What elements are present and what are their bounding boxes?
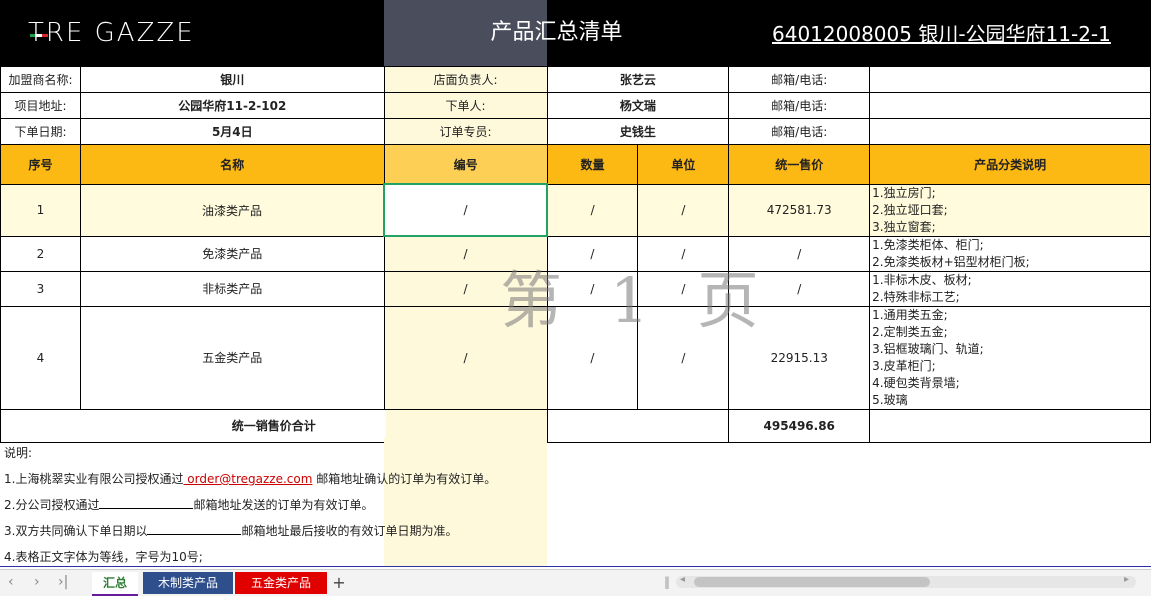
desc-line: 3.铝框玻璃门、轨道; [872, 341, 984, 356]
desc-line: 4.硬包类背景墙; [872, 375, 960, 390]
table-row: 1 油漆类产品 / / / 472581.73 1.独立房门; 2.独立垭口套;… [0, 183, 1151, 237]
category-description[interactable]: 1.通用类五金; 2.定制类五金; 3.铝框玻璃门、轨道; 3.皮革柜门; 4.… [869, 305, 1151, 410]
info-row: 项目地址: 公园华府11-2-102 下单人: 杨文瑞 邮箱/电话: [0, 92, 1151, 119]
desc-line: 3.皮革柜门; [872, 358, 936, 373]
order-email-link[interactable]: order@tregazze.com [183, 472, 312, 486]
brand-logo: TRE GAZZE [28, 18, 195, 48]
column-header[interactable]: 序号 [0, 144, 81, 185]
info-value[interactable]: 公园华府11-2-102 [79, 92, 385, 119]
blank-line [147, 524, 242, 535]
info-label[interactable]: 项目地址: [0, 92, 81, 119]
tab-hardware-products[interactable]: 五金类产品 [235, 572, 327, 594]
total-row: 统一销售价合计 495496.86 [0, 408, 1151, 443]
info-value[interactable]: 杨文瑞 [546, 92, 730, 119]
desc-line: 3.独立窗套; [872, 219, 936, 234]
unit[interactable]: / [637, 183, 730, 237]
info-label[interactable]: 店面负责人: [383, 66, 548, 93]
unit-price[interactable]: 472581.73 [728, 183, 871, 237]
note-3: 3.双方共同确认下单日期以 邮箱地址最后接收的有效订单日期为准。 [4, 522, 457, 539]
scroll-right-icon[interactable]: ▸ [1124, 574, 1129, 585]
total-empty[interactable] [547, 408, 730, 443]
desc-line: 1.免漆类柜体、柜门; [872, 237, 984, 252]
info-label[interactable]: 下单日期: [0, 118, 81, 145]
note-text: 1.上海桃翠实业有限公司授权通过 [4, 472, 184, 486]
info-value[interactable] [869, 118, 1151, 145]
note-text: 邮箱地址发送的订单为有效订单。 [193, 498, 374, 512]
note-text: 邮箱地址确认的订单为有效订单。 [312, 472, 497, 486]
row-number[interactable]: 2 [0, 235, 81, 272]
column-header[interactable]: 名称 [79, 144, 385, 185]
blank-line [99, 498, 194, 509]
info-value[interactable]: 银川 [79, 66, 385, 93]
row-number[interactable]: 1 [0, 183, 81, 237]
info-value[interactable]: 5月4日 [79, 118, 385, 145]
sheet-title: 产品汇总清单 [490, 20, 623, 45]
desc-line: 2.特殊非标工艺; [872, 289, 960, 304]
desc-line: 1.通用类五金; [872, 307, 948, 322]
column-header[interactable]: 统一售价 [728, 144, 871, 185]
page-watermark: 第 1 页 [500, 264, 773, 337]
last-sheet-icon[interactable]: ›| [58, 574, 68, 590]
info-row: 下单日期: 5月4日 订单专员: 史钱生 邮箱/电话: [0, 118, 1151, 145]
tab-wood-products[interactable]: 木制类产品 [143, 572, 233, 594]
info-value[interactable]: 史钱生 [546, 118, 730, 145]
product-name[interactable]: 油漆类产品 [79, 183, 385, 237]
notes-title: 说明: [4, 446, 33, 460]
table-header-row: 序号 名称 编号 数量 单位 统一售价 产品分类说明 [0, 144, 1151, 185]
product-code-cell-selected[interactable]: / [383, 183, 548, 237]
category-description[interactable]: 1.非标木皮、板材; 2.特殊非标工艺; [869, 270, 1151, 307]
category-description[interactable]: 1.免漆类柜体、柜门; 2.免漆类板材+铝型材柜门板; [869, 235, 1151, 272]
total-empty[interactable] [869, 408, 1151, 443]
desc-line: 5.玻璃 [872, 392, 908, 407]
row-number[interactable]: 4 [0, 305, 81, 410]
column-header[interactable]: 产品分类说明 [869, 144, 1151, 185]
product-name[interactable]: 免漆类产品 [79, 235, 385, 272]
order-reference: 64012008005 银川-公园华府11-2-1 [772, 22, 1111, 46]
splitter-handle-icon[interactable]: ‖ [664, 575, 670, 589]
total-value[interactable]: 495496.86 [728, 408, 871, 443]
product-name[interactable]: 五金类产品 [79, 305, 385, 410]
note-text: 3.双方共同确认下单日期以 [4, 524, 148, 538]
info-row: 加盟商名称: 银川 店面负责人: 张艺云 邮箱/电话: [0, 66, 1151, 93]
info-label[interactable]: 邮箱/电话: [728, 118, 871, 145]
info-label[interactable]: 邮箱/电话: [728, 92, 871, 119]
add-sheet-icon[interactable]: + [330, 572, 348, 594]
spreadsheet: TRE GAZZE 产品汇总清单 64012008005 银川-公园华府11-2… [0, 0, 1151, 567]
note-4: 4.表格正文字体为等线，字号为10号; [4, 550, 203, 564]
scroll-left-icon[interactable]: ◂ [680, 574, 685, 585]
desc-line: 1.非标木皮、板材; [872, 272, 972, 287]
desc-line: 2.免漆类板材+铝型材柜门板; [872, 254, 1030, 269]
note-2: 2.分公司授权通过 邮箱地址发送的订单为有效订单。 [4, 496, 373, 513]
info-value[interactable] [869, 66, 1151, 93]
desc-line: 1.独立房门; [872, 185, 936, 200]
product-name[interactable]: 非标类产品 [79, 270, 385, 307]
row-number[interactable]: 3 [0, 270, 81, 307]
desc-line: 2.定制类五金; [872, 324, 948, 339]
chevron-right-icon[interactable]: › [34, 574, 40, 590]
info-value[interactable]: 张艺云 [546, 66, 730, 93]
info-label[interactable]: 订单专员: [383, 118, 548, 145]
column-header[interactable]: 数量 [546, 144, 639, 185]
column-header[interactable]: 编号 [383, 144, 548, 185]
info-label[interactable]: 加盟商名称: [0, 66, 81, 93]
print-area-border [0, 566, 1151, 567]
tab-summary[interactable]: 汇总 [92, 572, 138, 596]
category-description[interactable]: 1.独立房门; 2.独立垭口套; 3.独立窗套; [869, 183, 1151, 237]
sheet-tab-bar: ‹ › ›| 汇总 木制类产品 五金类产品 + ‖ ◂ ▸ [0, 569, 1151, 596]
scrollbar-thumb[interactable] [694, 577, 930, 587]
quantity[interactable]: / [546, 183, 639, 237]
chevron-left-icon[interactable]: ‹ [8, 574, 14, 590]
note-1: 1.上海桃翠实业有限公司授权通过 order@tregazze.com 邮箱地址… [4, 470, 496, 487]
note-text: 邮箱地址最后接收的有效订单日期为准。 [241, 524, 458, 538]
info-label[interactable]: 下单人: [383, 92, 548, 119]
note-text: 2.分公司授权通过 [4, 498, 100, 512]
selected-column-highlight [384, 438, 547, 567]
desc-line: 2.独立垭口套; [872, 202, 948, 217]
info-value[interactable] [869, 92, 1151, 119]
info-label[interactable]: 邮箱/电话: [728, 66, 871, 93]
column-header[interactable]: 单位 [637, 144, 730, 185]
